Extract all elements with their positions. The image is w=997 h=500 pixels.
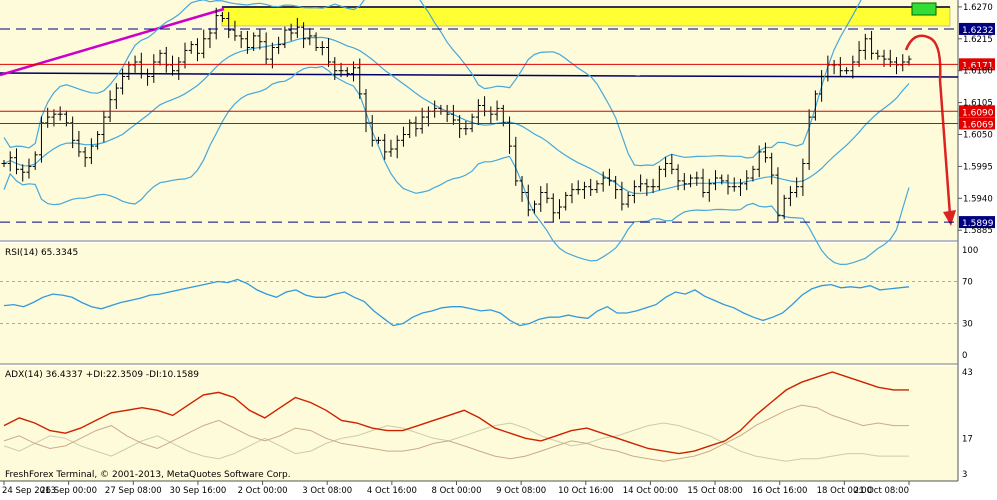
time-tick-label: 27 Sep 08:00 [105, 486, 162, 496]
price-tick-label: 1.6160 [963, 67, 993, 77]
adx-tick-label: 43 [962, 368, 973, 378]
time-tick-label: 10 Oct 16:00 [558, 486, 613, 496]
rsi-tick-label: 0 [962, 351, 967, 361]
time-tick-label: 3 Oct 08:00 [302, 486, 352, 496]
price-level-label: 1.6069 [962, 120, 994, 130]
adx-tick-label: 3 [962, 470, 967, 480]
time-tick-label: 4 Oct 16:00 [367, 486, 417, 496]
time-tick-label: 30 Sep 16:00 [170, 486, 227, 496]
rsi-tick-label: 30 [962, 320, 973, 330]
price-tick-label: 1.5885 [963, 226, 993, 236]
rsi-panel [0, 243, 958, 363]
resistance-zone [221, 6, 951, 27]
time-tick-label: 26 Sep 00:00 [40, 486, 97, 496]
price-tick-label: 1.5940 [963, 194, 993, 204]
time-tick-label: 14 Oct 00:00 [623, 486, 678, 496]
chart-canvas: 1.62321.61711.60901.60691.5899 1.62701.6… [0, 0, 997, 496]
price-tick-label: 1.6105 [963, 99, 993, 109]
price-tick-label: 1.6215 [963, 35, 993, 45]
copyright: FreshForex Terminal, © 2001-2013, MetaQu… [5, 470, 291, 480]
time-tick-label: 8 Oct 00:00 [431, 486, 481, 496]
time-tick-label: 16 Oct 16:00 [752, 486, 807, 496]
rsi-tick-label: 100 [962, 246, 978, 256]
support-line [639, 75, 959, 78]
time-tick-label: 2 Oct 00:00 [238, 486, 288, 496]
rsi-tick-label: 70 [962, 278, 973, 288]
price-tick-label: 1.5995 [963, 162, 993, 172]
price-tick-label: 1.6050 [963, 131, 993, 141]
green-box-marker [911, 2, 937, 16]
time-tick-label: 21 Oct 08:00 [854, 486, 909, 496]
price-level-label: 1.6090 [962, 108, 994, 118]
price-panel [0, 0, 958, 240]
time-tick-label: 15 Oct 08:00 [687, 486, 742, 496]
rsi-title: RSI(14) 65.3345 [5, 248, 78, 258]
adx-tick-label: 17 [962, 434, 973, 444]
adx-panel [0, 366, 958, 481]
price-tick-label: 1.6270 [963, 3, 993, 13]
adx-title: ADX(14) 36.4337 +DI:22.3509 -DI:10.1589 [5, 370, 199, 380]
trading-terminal: 1.6232 1.6171 1.6090 1.6069 1.5899 1.6270 1.6… [0, 0, 997, 496]
time-tick-label: 9 Oct 08:00 [496, 486, 546, 496]
